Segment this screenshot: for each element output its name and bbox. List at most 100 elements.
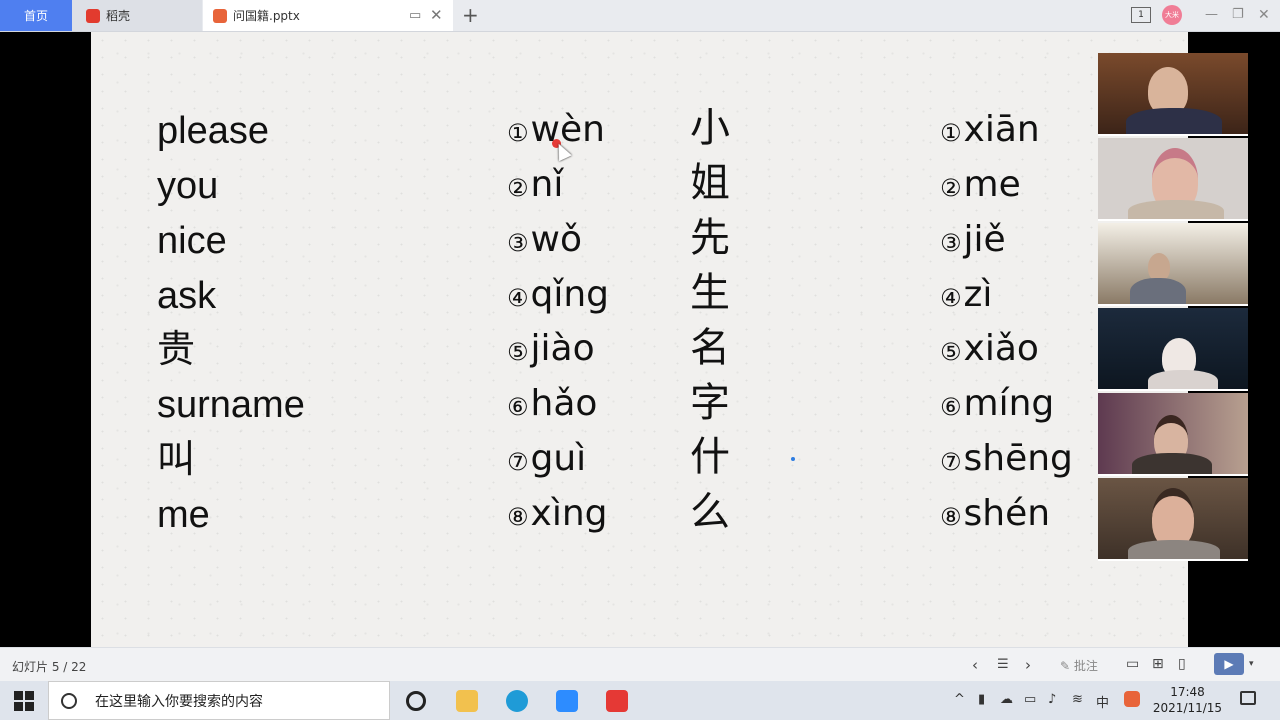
tab-home-label: 首页 [23,9,48,23]
hanzi-char: 姐 [690,160,730,206]
pinyin-text: míng [963,383,1055,424]
item-number: ① [507,119,529,147]
video-participants-panel [1098,53,1248,564]
hanzi-char: 字 [690,380,730,426]
start-icon-tile [25,702,34,711]
hanzi-char: 生 [690,270,730,316]
item-number: ④ [940,284,962,312]
pin-tab-icon[interactable]: ▭ [409,8,421,23]
item-number: ⑥ [940,393,962,421]
add-tab-button[interactable]: + [462,3,479,27]
edge-browser-icon[interactable] [506,690,528,712]
windows-start-button[interactable] [14,691,34,711]
slide-menu-icon[interactable]: ☰ [997,657,1009,672]
onedrive-cloud-icon[interactable]: ☁ [1000,692,1013,707]
participant-face [1148,253,1170,281]
annotate-button[interactable]: ✎ 批注 [1060,657,1098,674]
item-number: ⑤ [940,338,962,366]
pinyin-item: ⑤jiào [507,331,595,367]
english-word: me [157,494,210,536]
item-number: ⑧ [940,503,962,531]
minimize-icon[interactable]: — [1205,7,1218,22]
participant-body [1130,278,1186,304]
english-word: 叫 [157,439,196,481]
item-number: ④ [507,284,529,312]
english-word: please [157,110,269,152]
search-placeholder: 在这里输入你要搜索的内容 [95,693,263,710]
avatar[interactable]: 大米 [1162,5,1182,25]
hanzi-char: 先 [690,215,730,261]
wps-office-icon[interactable] [606,690,628,712]
pinyin-item: ②nǐ [507,167,563,203]
item-number: ② [507,174,529,202]
participant-body [1128,200,1224,219]
battery-icon[interactable]: ▭ [1024,692,1036,707]
show-hidden-icons-icon[interactable]: ^ [954,692,965,707]
task-view-icon[interactable] [406,691,426,711]
pinyin-text: hǎo [530,383,598,424]
item-number: ⑦ [507,448,529,476]
wps-tray-icon[interactable] [1124,691,1140,707]
clock-time: 17:48 [1170,685,1205,699]
pen-dot [791,457,795,461]
network-wifi-icon[interactable]: ≋ [1072,692,1083,707]
zoom-app-icon[interactable] [556,690,578,712]
participant-video[interactable] [1098,393,1248,476]
participant-body [1126,108,1222,134]
slide-count: 幻灯片 5 / 22 [12,660,87,674]
english-word: you [157,165,219,207]
close-window-icon[interactable]: ✕ [1258,7,1270,23]
daoke-logo-icon [86,8,100,23]
avatar-label: 大米 [1165,11,1179,19]
pinyin-item: ⑥hǎo [507,386,597,422]
pinyin-text: qǐng [530,274,610,315]
window-count-badge[interactable]: 1 [1131,7,1151,23]
taskbar-search-box[interactable]: 在这里输入你要搜索的内容 [48,681,390,720]
pinyin-item: ⑥míng [940,386,1054,422]
file-explorer-icon[interactable] [456,690,478,712]
normal-view-icon[interactable]: ▭ [1126,656,1139,672]
item-number: ⑤ [507,338,529,366]
item-number: ② [940,174,962,202]
item-number: ⑥ [507,393,529,421]
reading-view-icon[interactable]: ▯ [1178,656,1186,672]
play-options-dropdown-icon[interactable]: ▾ [1249,659,1254,669]
taskbar-clock[interactable]: 17:48 2021/11/15 [1150,684,1225,716]
previous-slide-icon[interactable]: ‹ [972,656,978,674]
participant-body [1132,453,1212,474]
pinyin-text: me [963,164,1021,205]
play-slideshow-button[interactable]: ▶ [1214,653,1244,675]
tab-daoke[interactable]: 稻壳 [72,0,202,31]
pinyin-text: jiě [963,219,1006,260]
play-icon: ▶ [1224,657,1234,671]
participant-video[interactable] [1098,223,1248,306]
usb-device-icon[interactable]: ▮ [978,692,985,707]
pinyin-item: ⑤xiǎo [940,331,1039,367]
english-word: 贵 [157,329,196,371]
tab-home[interactable]: 首页 [0,0,72,31]
hanzi-char: 么 [690,489,730,535]
close-tab-icon[interactable]: ✕ [430,6,443,24]
item-number: ⑧ [507,503,529,531]
sorter-view-icon[interactable]: ⊞ [1152,656,1164,672]
window-count-label: 1 [1138,10,1144,20]
participant-video[interactable] [1098,138,1248,221]
participant-video[interactable] [1098,53,1248,136]
slide-canvas[interactable]: please you nice ask 贵 surname 叫 me ①wèn … [91,32,1188,647]
input-method-indicator[interactable]: 中 [1096,692,1109,711]
hanzi-char: 什 [690,434,730,480]
participant-video[interactable] [1098,478,1248,561]
notification-center-icon[interactable] [1240,691,1256,705]
clock-date: 2021/11/15 [1152,701,1223,715]
item-number: ⑦ [940,448,962,476]
pinyin-item: ⑧shén [940,496,1050,532]
english-word: surname [157,384,305,426]
annotate-label: 批注 [1073,659,1098,673]
volume-icon[interactable]: ♪ [1048,692,1056,707]
start-icon-tile [25,691,34,700]
next-slide-icon[interactable]: › [1025,656,1031,674]
start-icon-tile [14,691,23,700]
restore-icon[interactable]: ❐ [1232,7,1244,22]
pinyin-item: ⑦guì [507,441,586,477]
participant-video[interactable] [1098,308,1248,391]
